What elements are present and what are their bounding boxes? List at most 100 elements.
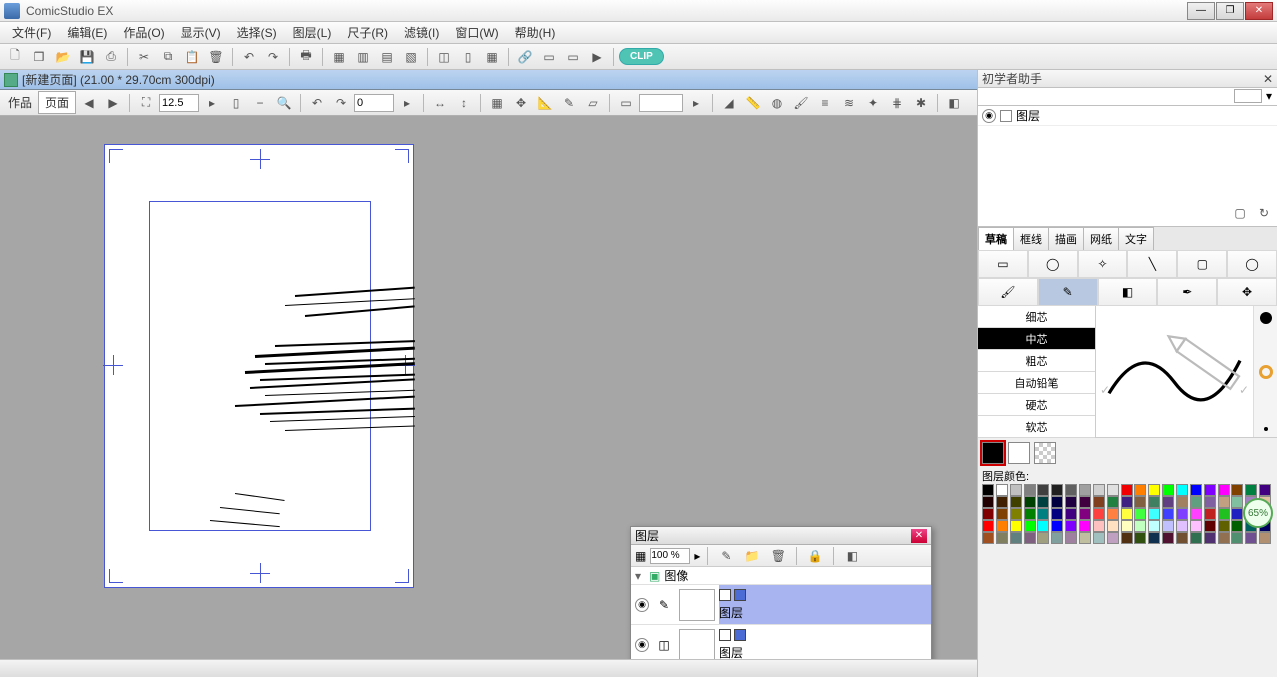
page-label[interactable]: 页面 (38, 91, 76, 114)
palette-color[interactable] (1134, 520, 1146, 532)
clip-badge[interactable]: CLIP (619, 48, 664, 65)
chevron-right-icon[interactable]: ▶ (102, 92, 124, 114)
zoom-out-icon[interactable]: − (249, 92, 271, 114)
fit-icon[interactable]: ⛶ (135, 92, 157, 114)
zoom-menu-icon[interactable]: ▸ (201, 92, 223, 114)
new-layer-icon[interactable]: ✎ (715, 545, 737, 567)
tool-hatch-icon[interactable]: ≋ (838, 92, 860, 114)
palette-color[interactable] (1010, 508, 1022, 520)
panel1-icon[interactable]: ▦ (328, 46, 350, 68)
page-icon[interactable]: ▯ (225, 92, 247, 114)
palette-color[interactable] (1148, 508, 1160, 520)
menu-item[interactable]: 滤镜(I) (396, 22, 447, 43)
layer-row[interactable]: ◉ ◫ 图层 (631, 625, 931, 659)
close-button[interactable]: ✕ (1245, 2, 1273, 20)
eye-icon[interactable]: ◉ (982, 109, 996, 123)
palette-color[interactable] (1190, 496, 1202, 508)
palette-color[interactable] (1162, 520, 1174, 532)
delete-icon[interactable]: 🗑 (205, 46, 227, 68)
angle-input[interactable] (354, 94, 394, 112)
win2-icon[interactable]: ▭ (562, 46, 584, 68)
palette-color[interactable] (1134, 484, 1146, 496)
palette-color[interactable] (1024, 508, 1036, 520)
palette-color[interactable] (1162, 484, 1174, 496)
palette-color[interactable] (1190, 508, 1202, 520)
tool-grid-icon[interactable]: ⋕ (886, 92, 908, 114)
flip-v-icon[interactable]: ↕ (453, 92, 475, 114)
new-folder-icon[interactable]: 📁 (741, 545, 763, 567)
tool-triangle-icon[interactable]: ◢ (718, 92, 740, 114)
new-icon[interactable]: 🗋 (4, 46, 26, 68)
palette-color[interactable] (1065, 520, 1077, 532)
menu-item[interactable]: 显示(V) (173, 22, 229, 43)
palette-color[interactable] (1107, 484, 1119, 496)
palette-color[interactable] (1037, 484, 1049, 496)
tool-end-icon[interactable]: ◧ (943, 92, 965, 114)
link-icon[interactable]: 🔗 (514, 46, 536, 68)
maximize-button[interactable]: ❐ (1216, 2, 1244, 20)
palette-color[interactable] (1024, 520, 1036, 532)
tool-lines-icon[interactable]: ≡ (814, 92, 836, 114)
palette-color[interactable] (1010, 484, 1022, 496)
palette-color[interactable] (1190, 520, 1202, 532)
refresh-icon[interactable]: ↻ (1253, 202, 1275, 224)
palette-color[interactable] (1051, 496, 1063, 508)
rotate-right-icon[interactable]: ↷ (330, 92, 352, 114)
pen-item[interactable]: 硬芯 (978, 394, 1095, 416)
open-icon[interactable]: 📂 (52, 46, 74, 68)
palette-color[interactable] (1190, 532, 1202, 544)
palette-color[interactable] (1259, 484, 1271, 496)
palette-color[interactable] (1245, 532, 1257, 544)
zoom-in-icon[interactable]: 🔍 (273, 92, 295, 114)
palette-color[interactable] (1148, 484, 1160, 496)
foreground-color[interactable] (982, 442, 1004, 464)
ellipse-tool-icon[interactable]: ◯ (1227, 250, 1277, 278)
menu-item[interactable]: 作品(O) (115, 22, 172, 43)
palette-color[interactable] (1231, 508, 1243, 520)
palette-color[interactable] (1121, 508, 1133, 520)
check-icon[interactable]: ✓ (1239, 383, 1249, 397)
eye-icon[interactable]: ◉ (635, 638, 649, 652)
palette-color[interactable] (982, 496, 994, 508)
palette-color[interactable] (1134, 508, 1146, 520)
tool-tab[interactable]: 描画 (1048, 227, 1084, 250)
palette-color[interactable] (1079, 484, 1091, 496)
palette-color[interactable] (1093, 520, 1105, 532)
pen-size-slider[interactable] (1253, 306, 1277, 437)
palette-color[interactable] (982, 520, 994, 532)
layers-panel-title[interactable]: 图层 ✕ (631, 527, 931, 545)
opacity-menu-icon[interactable]: ▸ (694, 549, 700, 563)
palette-color[interactable] (1121, 496, 1133, 508)
menu-item[interactable]: 尺子(R) (339, 22, 396, 43)
palette-color[interactable] (1051, 508, 1063, 520)
brush-tool-icon[interactable]: 🖌 (978, 278, 1038, 306)
palette-color[interactable] (1231, 520, 1243, 532)
ruler2-icon[interactable]: ▱ (582, 92, 604, 114)
save-all-icon[interactable]: ⎙ (100, 46, 122, 68)
collapse-icon[interactable]: ▾ (635, 569, 645, 583)
palette-color[interactable] (982, 508, 994, 520)
menu-item[interactable]: 窗口(W) (447, 22, 506, 43)
palette-color[interactable] (1176, 508, 1188, 520)
paste-icon[interactable]: 📋 (181, 46, 203, 68)
palette-color[interactable] (1037, 508, 1049, 520)
layout1-icon[interactable]: ◫ (433, 46, 455, 68)
tool-eraser-icon[interactable]: ◍ (766, 92, 788, 114)
delete-layer-icon[interactable]: 🗑 (767, 545, 789, 567)
palette-color[interactable] (996, 484, 1008, 496)
palette-color[interactable] (1037, 496, 1049, 508)
palette-color[interactable] (1245, 484, 1257, 496)
palette-color[interactable] (996, 520, 1008, 532)
palette-color[interactable] (982, 532, 994, 544)
palette-color[interactable] (1162, 508, 1174, 520)
palette-color[interactable] (1079, 532, 1091, 544)
palette-color[interactable] (1231, 496, 1243, 508)
canvas-area[interactable]: 图层 ✕ ▦ ▸ ✎ 📁 🗑 🔒 ◧ (0, 116, 977, 659)
grid-icon[interactable]: ▦ (486, 92, 508, 114)
beginner-panel-header[interactable]: 初学者助手 ✕ (978, 70, 1277, 88)
panel3-icon[interactable]: ▤ (376, 46, 398, 68)
chevron-left-icon[interactable]: ◀ (78, 92, 100, 114)
minimize-button[interactable]: — (1187, 2, 1215, 20)
slider-thumb[interactable] (1259, 365, 1273, 379)
layer-group-image[interactable]: ▾ ▣ 图像 (631, 567, 931, 585)
